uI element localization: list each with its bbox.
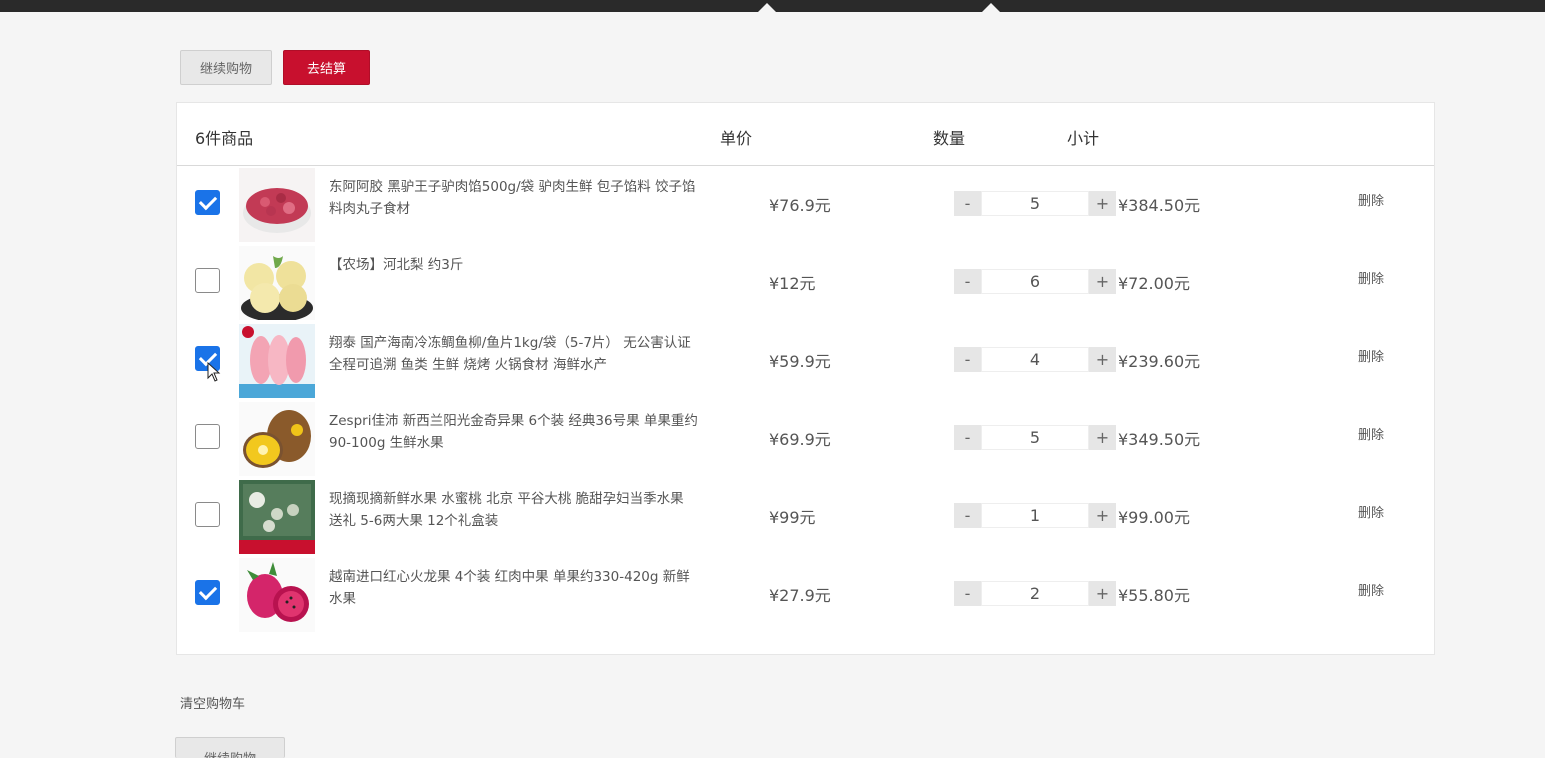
cart-table: 6件商品 单价 数量 小计 东阿阿胶 黑驴王子驴肉馅500g/袋 驴肉生鲜 包子… [176, 102, 1435, 655]
unit-price: ¥99元 [769, 508, 816, 527]
item-checkbox[interactable] [195, 268, 220, 293]
peach-box-icon [239, 480, 315, 554]
increase-qty-button[interactable]: + [1089, 503, 1116, 528]
decrease-qty-button[interactable]: - [954, 425, 981, 450]
cart-row: 越南进口红心火龙果 4个装 红肉中果 单果约330-420g 新鲜水果 ¥27.… [177, 556, 1412, 634]
quantity-input[interactable]: 1 [981, 503, 1089, 528]
unit-price: ¥12元 [769, 274, 816, 293]
kiwi-icon [239, 402, 315, 476]
delete-link[interactable]: 删除 [1358, 190, 1384, 209]
product-name[interactable]: 越南进口红心火龙果 4个装 红肉中果 单果约330-420g 新鲜水果 [329, 566, 699, 610]
unit-price: ¥76.9元 [769, 196, 831, 215]
cart-row: 【农场】河北梨 约3斤 ¥12元 - 6 + ¥72.00元 删除 [177, 244, 1412, 322]
unit-price-header: 单价 [720, 129, 753, 148]
decrease-qty-button[interactable]: - [954, 347, 981, 372]
item-subtotal: ¥55.80元 [1118, 586, 1190, 605]
increase-qty-button[interactable]: + [1089, 269, 1116, 294]
quantity-input[interactable]: 6 [981, 269, 1089, 294]
cart-row: Zespri佳沛 新西兰阳光金奇异果 6个装 经典36号果 单果重约90-100… [177, 400, 1412, 478]
item-subtotal: ¥239.60元 [1118, 352, 1201, 371]
product-name[interactable]: 现摘现摘新鲜水果 水蜜桃 北京 平谷大桃 脆甜孕妇当季水果 送礼 5-6两大果 … [329, 488, 699, 532]
increase-qty-button[interactable]: + [1089, 347, 1116, 372]
clear-cart-link[interactable]: 清空购物车 [180, 693, 245, 712]
minced-meat-icon [239, 168, 315, 242]
unit-price: ¥59.9元 [769, 352, 831, 371]
continue-shopping-button[interactable]: 继续购物 [180, 50, 272, 85]
quantity-input[interactable]: 5 [981, 425, 1089, 450]
item-checkbox[interactable] [195, 580, 220, 605]
fish-fillet-icon [239, 324, 315, 398]
cart-table-header: 6件商品 单价 数量 小计 [177, 103, 1434, 166]
item-subtotal: ¥349.50元 [1118, 430, 1201, 449]
unit-price: ¥69.9元 [769, 430, 831, 449]
cart-row: 翔泰 国产海南冷冻鲷鱼柳/鱼片1kg/袋（5-7片） 无公害认证 全程可追溯 鱼… [177, 322, 1412, 400]
decrease-qty-button[interactable]: - [954, 581, 981, 606]
dragon-fruit-icon [239, 558, 315, 632]
subtotal-header: 小计 [1067, 129, 1100, 148]
continue-shopping-button-bottom[interactable]: 继续购物 [175, 737, 285, 758]
increase-qty-button[interactable]: + [1089, 191, 1116, 216]
delete-link[interactable]: 删除 [1358, 424, 1384, 443]
pear-icon [239, 246, 315, 320]
checkout-button[interactable]: 去结算 [283, 50, 370, 85]
product-name[interactable]: Zespri佳沛 新西兰阳光金奇异果 6个装 经典36号果 单果重约90-100… [329, 410, 699, 454]
decrease-qty-button[interactable]: - [954, 191, 981, 216]
item-subtotal: ¥72.00元 [1118, 274, 1190, 293]
quantity-input[interactable]: 2 [981, 581, 1089, 606]
item-checkbox[interactable] [195, 502, 220, 527]
decrease-qty-button[interactable]: - [954, 503, 981, 528]
product-name[interactable]: 东阿阿胶 黑驴王子驴肉馅500g/袋 驴肉生鲜 包子馅料 饺子馅料肉丸子食材 [329, 176, 699, 220]
increase-qty-button[interactable]: + [1089, 425, 1116, 450]
item-count-label: 6件商品 [195, 129, 254, 148]
quantity-header: 数量 [933, 129, 966, 148]
continue-shopping-label: 继续购物 [204, 748, 256, 758]
delete-link[interactable]: 删除 [1358, 580, 1384, 599]
decrease-qty-button[interactable]: - [954, 269, 981, 294]
product-name[interactable]: 【农场】河北梨 约3斤 [329, 254, 699, 276]
item-checkbox[interactable] [195, 190, 220, 215]
top-bar [0, 0, 1545, 12]
delete-link[interactable]: 删除 [1358, 346, 1384, 365]
quantity-input[interactable]: 4 [981, 347, 1089, 372]
quantity-input[interactable]: 5 [981, 191, 1089, 216]
nav-pointer [982, 3, 1000, 12]
item-subtotal: ¥99.00元 [1118, 508, 1190, 527]
mouse-cursor-icon [207, 362, 221, 382]
product-name[interactable]: 翔泰 国产海南冷冻鲷鱼柳/鱼片1kg/袋（5-7片） 无公害认证 全程可追溯 鱼… [329, 332, 699, 376]
cart-row: 现摘现摘新鲜水果 水蜜桃 北京 平谷大桃 脆甜孕妇当季水果 送礼 5-6两大果 … [177, 478, 1412, 556]
increase-qty-button[interactable]: + [1089, 581, 1116, 606]
unit-price: ¥27.9元 [769, 586, 831, 605]
delete-link[interactable]: 删除 [1358, 502, 1384, 521]
delete-link[interactable]: 删除 [1358, 268, 1384, 287]
item-subtotal: ¥384.50元 [1118, 196, 1201, 215]
item-checkbox[interactable] [195, 424, 220, 449]
nav-pointer [758, 3, 776, 12]
cart-row: 东阿阿胶 黑驴王子驴肉馅500g/袋 驴肉生鲜 包子馅料 饺子馅料肉丸子食材 ¥… [177, 166, 1412, 244]
